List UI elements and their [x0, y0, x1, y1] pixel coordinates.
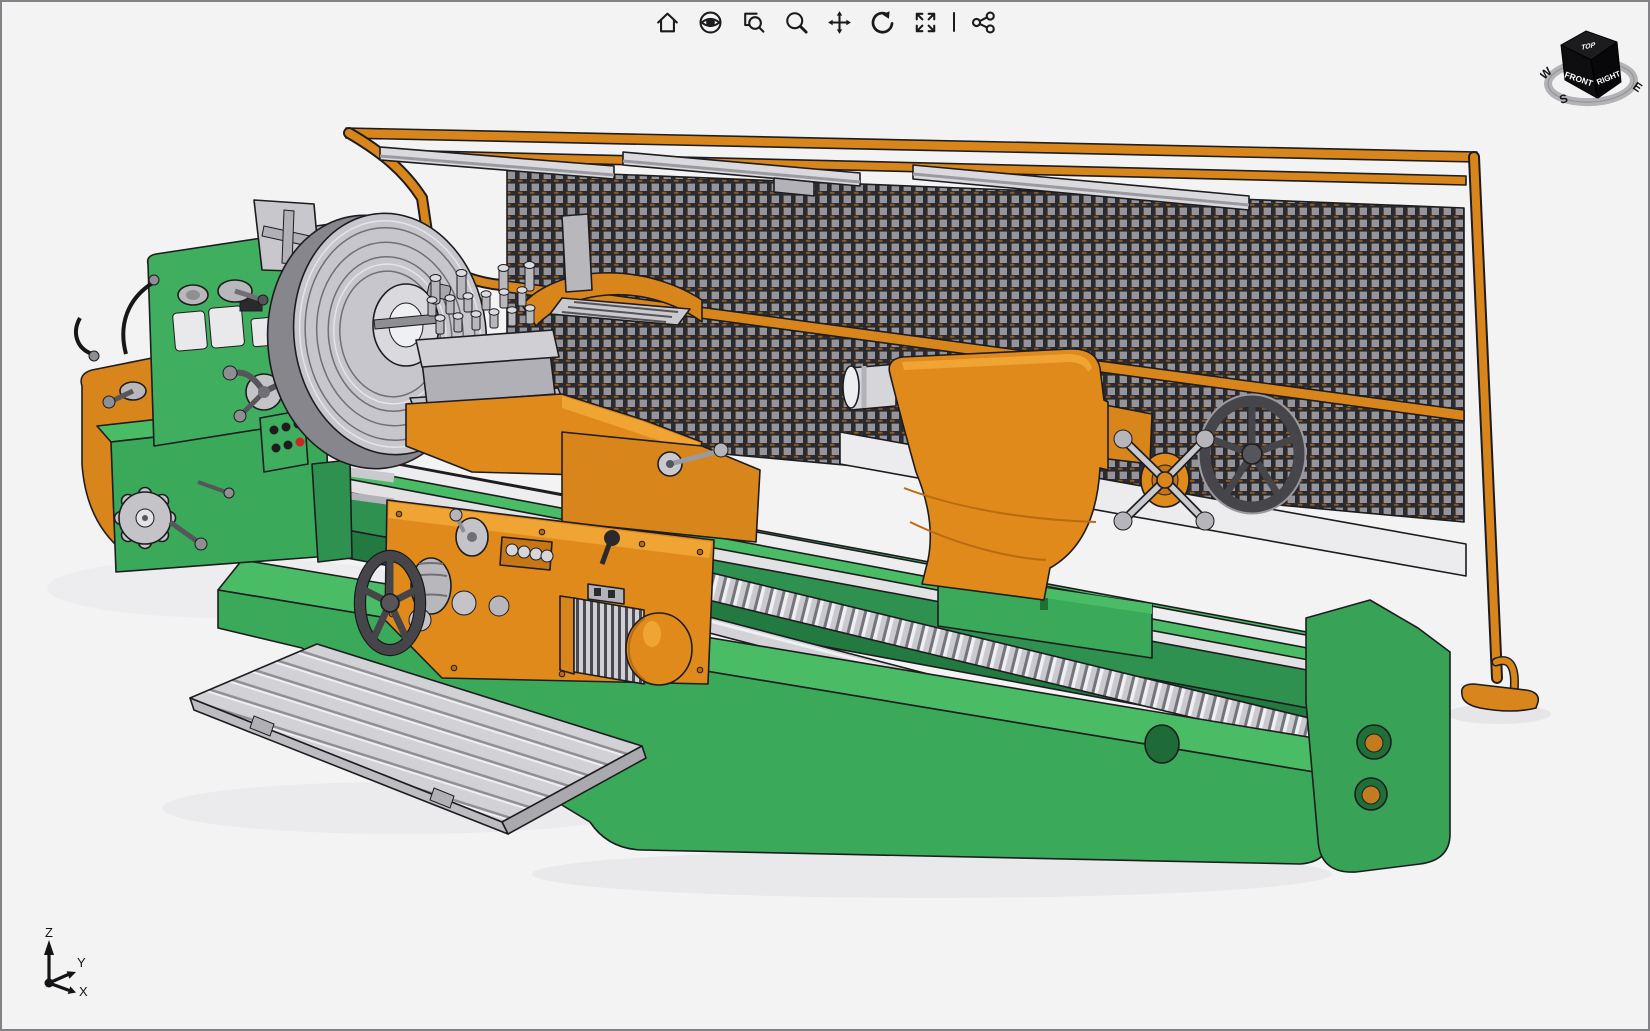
x-axis-label: X: [79, 984, 88, 999]
guard-rail-post: [1462, 157, 1539, 711]
cad-viewer-window: W S E TOP FRONT RIGHT Z Y X: [0, 0, 1650, 1031]
gear-cover: [115, 488, 176, 549]
toolbar-separator: [953, 12, 955, 32]
view-cube[interactable]: W S E TOP FRONT RIGHT: [1540, 28, 1648, 116]
pan-button[interactable]: [824, 7, 854, 37]
compass-south-label[interactable]: S: [1558, 91, 1570, 107]
zoom-window-button[interactable]: [738, 7, 768, 37]
axis-triad: Z Y X: [32, 928, 108, 1004]
y-axis-label: Y: [77, 955, 86, 970]
viewport-3d[interactable]: [2, 2, 1650, 1031]
view-eye-button[interactable]: [695, 7, 725, 37]
view-cube-box[interactable]: TOP FRONT RIGHT: [1561, 31, 1622, 98]
screen-strap: [562, 214, 592, 292]
zoom-button[interactable]: [781, 7, 811, 37]
rotate-button[interactable]: [867, 7, 897, 37]
z-axis-label: Z: [45, 928, 53, 940]
share-button[interactable]: [968, 7, 998, 37]
home-button[interactable]: [652, 7, 682, 37]
zoom-fit-button[interactable]: [910, 7, 940, 37]
view-toolbar: [652, 7, 998, 37]
